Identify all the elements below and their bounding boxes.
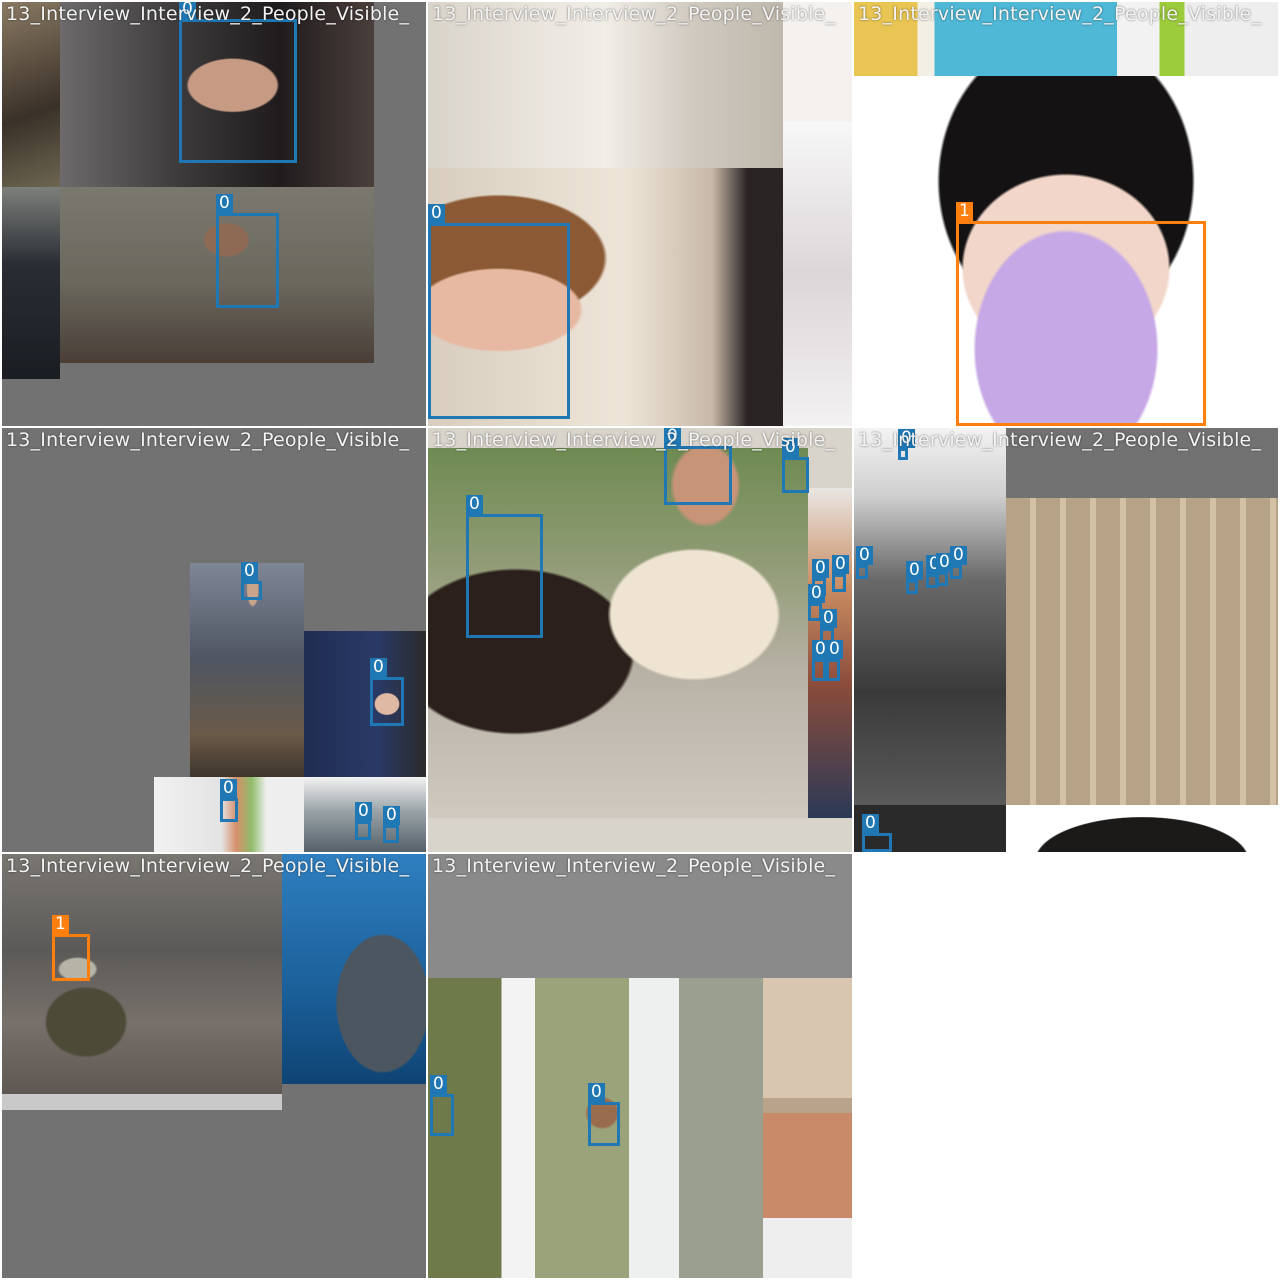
- class-label: 0: [812, 559, 829, 578]
- class-label: 0: [808, 584, 825, 603]
- mosaic-tile-1: 0 0 13_Interview_Interview_2_People_Visi…: [2, 2, 426, 426]
- face-bbox: 0: [588, 1083, 620, 1146]
- mosaic-tile-3: 1 13_Interview_Interview_2_People_Visibl…: [854, 2, 1278, 426]
- photo-hair-closeup: [1006, 805, 1278, 852]
- class-label: 1: [956, 202, 973, 221]
- face-bbox: 0: [466, 495, 543, 638]
- face-bbox: 0: [355, 802, 372, 840]
- mosaic-tile-5: 0 0 0 0 0 0 0 0 0 13_Interview_Interview…: [428, 428, 852, 852]
- class-label: 0: [862, 814, 879, 833]
- class-label: 0: [430, 1075, 447, 1094]
- class-label: 0: [370, 658, 387, 677]
- mosaic-tile-2: 0 13_Interview_Interview_2_People_Visibl…: [428, 2, 852, 426]
- class-label: 0: [826, 640, 843, 659]
- face-bbox: 0: [383, 806, 400, 843]
- face-bbox: 0: [862, 814, 892, 852]
- photo-woman-ralph-lauren-backdrop: [304, 631, 426, 777]
- mosaic-tile-8: 0 0 13_Interview_Interview_2_People_Visi…: [428, 854, 852, 1278]
- tile-title: 13_Interview_Interview_2_People_Visible_: [6, 429, 410, 451]
- class-label: 0: [906, 561, 923, 580]
- class-label: 0: [383, 806, 400, 825]
- face-bbox: 0: [179, 2, 297, 163]
- face-bbox: 0: [370, 658, 404, 726]
- mosaic-tile-4: 0 0 0 0 0 13_Interview_Interview_2_Peopl…: [2, 428, 426, 852]
- photo-woman-masked-street: [2, 854, 282, 1094]
- photo-legs-white-pants: [428, 2, 783, 168]
- photo-desk-items: [2, 2, 60, 187]
- class-label: 0: [220, 779, 237, 798]
- face-bbox: 0: [856, 546, 873, 579]
- photo-bottom-bar: [2, 1094, 282, 1110]
- tile-title: 13_Interview_Interview_2_People_Visible_: [6, 855, 410, 877]
- face-bbox: 0: [430, 1075, 454, 1136]
- class-label: 0: [466, 495, 483, 514]
- photo-wooden-frame-construction: [1006, 498, 1278, 805]
- photo-white-blur: [783, 122, 852, 426]
- detection-mosaic-grid: 0 0 13_Interview_Interview_2_People_Visi…: [0, 0, 1280, 1280]
- tile-title: 13_Interview_Interview_2_People_Visible_: [6, 3, 410, 25]
- class-label: 0: [216, 194, 233, 213]
- tile-title: 13_Interview_Interview_2_People_Visible_: [432, 429, 836, 451]
- face-bbox: 0: [428, 204, 570, 419]
- face-bbox: 0: [936, 553, 953, 586]
- face-bbox: 0: [216, 194, 279, 308]
- face-bbox: 1: [52, 915, 90, 981]
- face-bbox: 0: [220, 779, 238, 822]
- empty-mosaic-cell: [852, 852, 1280, 1280]
- class-label: 0: [355, 802, 372, 821]
- face-bbox: 0: [832, 555, 849, 592]
- tile-title: 13_Interview_Interview_2_People_Visible_: [858, 3, 1262, 25]
- class-label: 0: [820, 609, 837, 628]
- face-bbox: 0: [950, 546, 967, 579]
- tile-title: 13_Interview_Interview_2_People_Visible_: [432, 855, 836, 877]
- face-bbox: 0: [664, 428, 732, 505]
- tile-title: 13_Interview_Interview_2_People_Visible_: [432, 3, 836, 25]
- face-bbox: 0: [812, 640, 829, 681]
- class-label: 0: [428, 204, 445, 223]
- mosaic-tile-7: 1 13_Interview_Interview_2_People_Visibl…: [2, 854, 426, 1278]
- class-label: 0: [832, 555, 849, 574]
- class-label: 0: [856, 546, 873, 565]
- face-bbox: 0: [782, 438, 809, 493]
- face-bbox: 0: [241, 562, 262, 600]
- tile-title: 13_Interview_Interview_2_People_Visible_: [858, 429, 1262, 451]
- photo-whale-shark: [282, 854, 426, 1084]
- face-bbox: 0: [906, 561, 923, 594]
- class-label: 0: [950, 546, 967, 565]
- class-label: 0: [241, 562, 258, 581]
- photo-police-officer: [2, 187, 60, 379]
- class-label: 1: [52, 915, 69, 934]
- mosaic-tile-6: 0 0 0 0 0 0 0 13_Interview_Interview_2_P…: [854, 428, 1278, 852]
- face-bbox: 1: [956, 202, 1206, 426]
- photo-press-cameramen: [854, 428, 1006, 805]
- class-label: 0: [588, 1083, 605, 1102]
- face-bbox: 0: [826, 640, 843, 681]
- photo-ornate-interior: [763, 978, 852, 1278]
